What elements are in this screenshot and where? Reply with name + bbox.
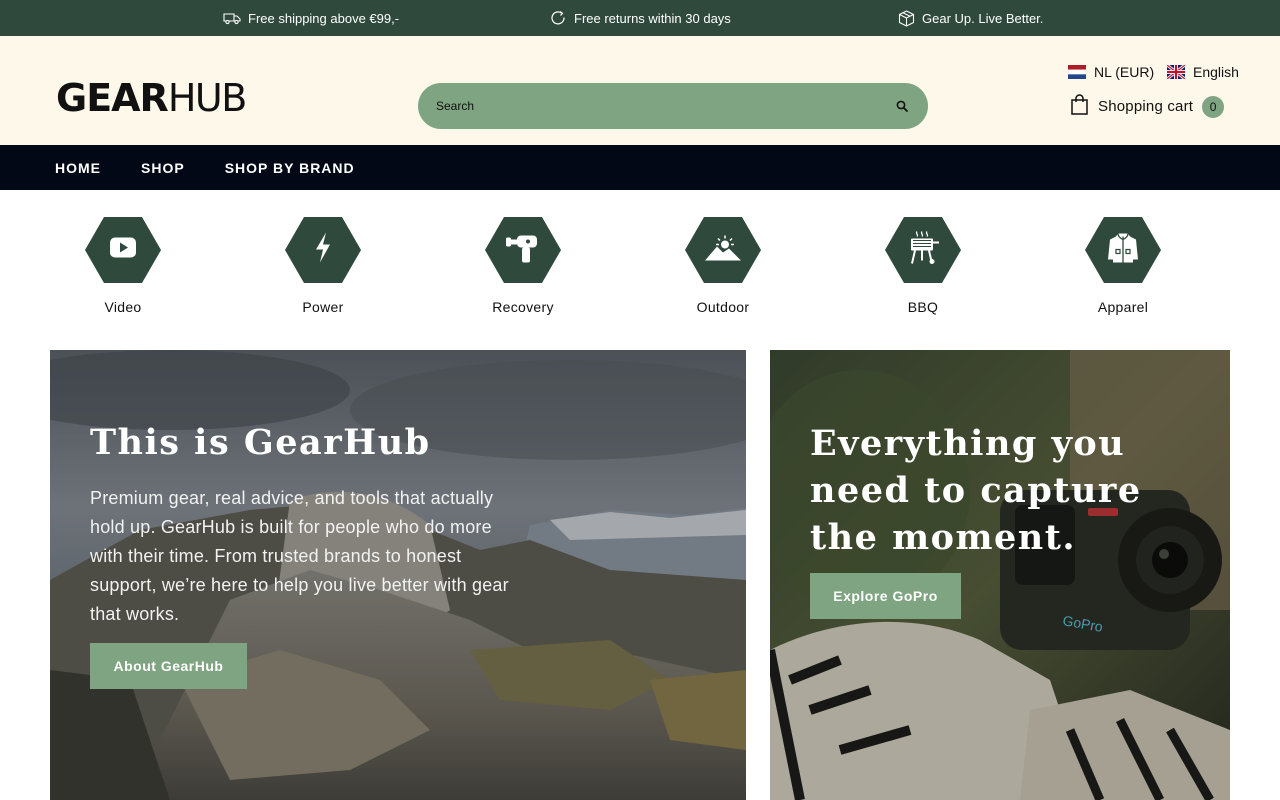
category-label: Outdoor (696, 299, 750, 315)
announcement-tagline-text: Gear Up. Live Better. (922, 10, 1044, 26)
category-recovery[interactable]: Recovery (463, 217, 583, 315)
hero-about-text: Premium gear, real advice, and tools tha… (90, 488, 509, 624)
nav-item-shop-by-brand[interactable]: SHOP BY BRAND (225, 160, 355, 176)
category-bbq[interactable]: BBQ (863, 217, 983, 315)
explore-gopro-button[interactable]: Explore GoPro (810, 573, 961, 619)
uk-flag-icon (1167, 65, 1185, 79)
lightning-icon (314, 232, 332, 268)
language-selector[interactable]: English (1167, 64, 1239, 80)
shopping-cart-button[interactable]: Shopping cart 0 (1070, 94, 1225, 119)
category-label: Power (302, 299, 344, 315)
announcement-tagline: Gear Up. Live Better. (898, 0, 1043, 36)
category-label: BBQ (907, 299, 939, 315)
site-header: GEARHUB NL (EUR) English Shopping cart 0 (0, 36, 1280, 145)
shopping-bag-icon (1070, 94, 1089, 119)
hero-gopro-panel: GoPro Everything you need to capture the… (770, 350, 1230, 800)
announcement-shipping-text: Free shipping above €99,- (248, 10, 400, 26)
announcement-returns: Free returns within 30 days (550, 0, 731, 36)
hero-about-panel: This is GearHub Premium gear, real advic… (50, 350, 746, 800)
nav-item-shop[interactable]: SHOP (141, 160, 185, 176)
jacket-icon (1107, 232, 1139, 269)
hero-gopro-title: Everything you need to capture the momen… (810, 423, 1142, 558)
box-icon (898, 9, 915, 27)
main-nav: HOME SHOP SHOP BY BRAND (0, 145, 1280, 190)
truck-icon (223, 11, 241, 25)
massage-gun-icon (506, 232, 540, 269)
category-list: Video Power Recovery Outdoor BBQ Apparel (0, 217, 1280, 317)
category-label: Recovery (492, 299, 554, 315)
category-label: Video (104, 299, 142, 315)
logo-text-light: HUB (167, 76, 247, 120)
announcement-returns-text: Free returns within 30 days (574, 10, 731, 26)
nav-item-home[interactable]: HOME (55, 160, 101, 176)
netherlands-flag-icon (1068, 65, 1086, 79)
search-bar (418, 83, 928, 129)
announcement-shipping: Free shipping above €99,- (223, 0, 399, 36)
about-gearhub-button[interactable]: About GearHub (90, 643, 247, 689)
category-outdoor[interactable]: Outdoor (663, 217, 783, 315)
logo-text-bold: GEAR (56, 76, 169, 120)
search-input[interactable] (436, 99, 894, 113)
mountain-sun-icon (705, 235, 741, 266)
announcement-bar: Free shipping above €99,- Free returns w… (0, 0, 1280, 36)
category-label: Apparel (1097, 299, 1149, 315)
search-icon[interactable] (894, 98, 910, 114)
country-label: NL (EUR) (1094, 64, 1155, 80)
play-icon (110, 237, 136, 263)
category-video[interactable]: Video (63, 217, 183, 315)
country-selector[interactable]: NL (EUR) (1068, 64, 1154, 80)
site-logo[interactable]: GEAR HUB (56, 76, 247, 120)
cart-count-badge: 0 (1202, 95, 1225, 118)
language-label: English (1193, 64, 1239, 80)
category-apparel[interactable]: Apparel (1063, 217, 1183, 315)
refresh-icon (550, 10, 567, 27)
category-power[interactable]: Power (263, 217, 383, 315)
cart-label: Shopping cart (1098, 98, 1194, 115)
grill-icon (906, 231, 940, 270)
hero-about-title: This is GearHub (90, 422, 431, 463)
